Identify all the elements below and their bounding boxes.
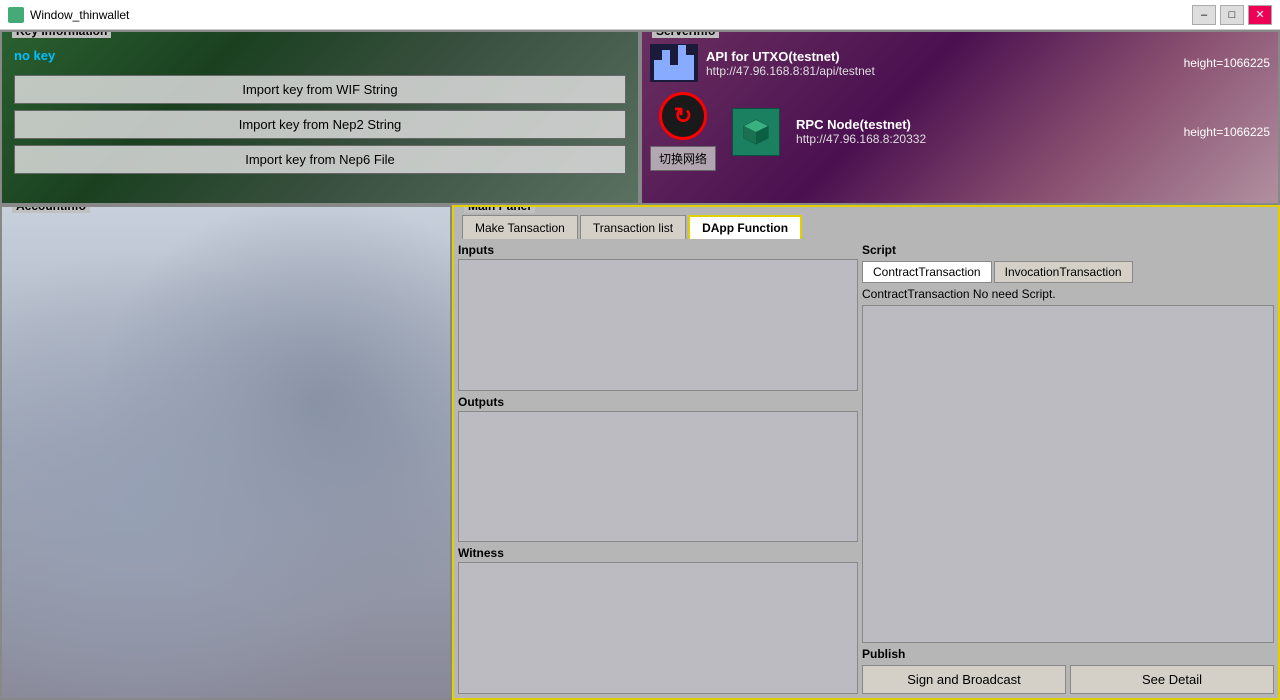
no-key-label: no key <box>14 48 626 63</box>
top-section: Key Information no key Import key from W… <box>0 30 1280 205</box>
main-panel-title: Main Panel <box>464 205 535 213</box>
chart-icon <box>650 44 698 82</box>
outputs-area <box>458 411 858 543</box>
window-controls: – □ ✕ <box>1192 5 1272 25</box>
switch-network-button[interactable]: 切换网络 <box>650 146 716 171</box>
see-detail-button[interactable]: See Detail <box>1070 665 1274 694</box>
tab-make-transaction[interactable]: Make Tansaction <box>462 215 578 239</box>
inputs-area <box>458 259 858 391</box>
api-row: API for UTXO(testnet) http://47.96.168.8… <box>650 44 1270 82</box>
main-panel: Main Panel Make Tansaction Transaction l… <box>452 205 1280 700</box>
app-icon <box>8 7 24 23</box>
witness-area <box>458 562 858 694</box>
key-info-title: Key Information <box>12 30 111 38</box>
cube-icon <box>740 116 772 148</box>
script-label: Script <box>862 243 1274 257</box>
refresh-icon: ↻ <box>659 92 707 140</box>
chart-bar-1 <box>654 60 662 80</box>
chart-bar-2 <box>662 50 670 80</box>
rpc-label: RPC Node(testnet) <box>796 117 1176 132</box>
tab-dapp-function[interactable]: DApp Function <box>688 215 802 239</box>
script-info: ContractTransaction No need Script. <box>862 287 1274 301</box>
title-bar: Window_thinwallet – □ ✕ <box>0 0 1280 30</box>
outputs-panel: Outputs <box>458 395 858 543</box>
chart-bar-3 <box>670 65 678 80</box>
server-rows: API for UTXO(testnet) http://47.96.168.8… <box>642 32 1278 175</box>
key-info-panel: Key Information no key Import key from W… <box>0 30 640 205</box>
chart-bar-5 <box>686 55 694 80</box>
script-area <box>862 305 1274 643</box>
api-url: http://47.96.168.8:81/api/testnet <box>706 64 1176 78</box>
import-nep2-button[interactable]: Import key from Nep2 String <box>14 110 626 139</box>
main-panel-content: Inputs Outputs Witness Script <box>454 239 1278 698</box>
publish-section: Publish Sign and Broadcast See Detail <box>862 647 1274 694</box>
bottom-section: AccountInfo Refresh RefreshHeight: Confi… <box>0 205 1280 700</box>
publish-buttons: Sign and Broadcast See Detail <box>862 665 1274 694</box>
rpc-icon <box>732 108 780 156</box>
server-info-title: ServerInfo <box>652 30 719 38</box>
left-column: Inputs Outputs Witness <box>458 243 858 694</box>
import-nep6-button[interactable]: Import key from Nep6 File <box>14 145 626 174</box>
witness-panel: Witness <box>458 546 858 694</box>
inputs-label: Inputs <box>458 243 858 257</box>
rpc-row: ↻ 切换网络 RPC Node(testnet) <box>650 92 1270 171</box>
server-info-panel: ServerInfo API for UTXO(testnet) http://… <box>640 30 1280 205</box>
close-button[interactable]: ✕ <box>1248 5 1272 25</box>
account-info-title: AccountInfo <box>12 205 90 213</box>
api-height: height=1066225 <box>1184 56 1270 70</box>
main-layout: Key Information no key Import key from W… <box>0 30 1280 700</box>
chart-bar-4 <box>678 45 686 80</box>
right-column: Script ContractTransaction InvocationTra… <box>862 243 1274 694</box>
key-info-content: no key Import key from WIF String Import… <box>2 48 638 178</box>
tabs-bar: Make Tansaction Transaction list DApp Fu… <box>454 207 1278 239</box>
anime-bg-account <box>2 207 450 698</box>
script-section: Script ContractTransaction InvocationTra… <box>862 243 1274 643</box>
contract-transaction-btn[interactable]: ContractTransaction <box>862 261 992 283</box>
script-buttons: ContractTransaction InvocationTransactio… <box>862 261 1274 283</box>
publish-label: Publish <box>862 647 1274 661</box>
import-wif-button[interactable]: Import key from WIF String <box>14 75 626 104</box>
witness-label: Witness <box>458 546 858 560</box>
key-buttons: Import key from WIF String Import key fr… <box>2 71 638 178</box>
maximize-button[interactable]: □ <box>1220 5 1244 25</box>
invocation-transaction-btn[interactable]: InvocationTransaction <box>994 261 1133 283</box>
tab-transaction-list[interactable]: Transaction list <box>580 215 686 239</box>
window-title: Window_thinwallet <box>30 8 1192 22</box>
rpc-info: RPC Node(testnet) http://47.96.168.8:203… <box>796 117 1176 146</box>
sign-broadcast-button[interactable]: Sign and Broadcast <box>862 665 1066 694</box>
inputs-panel: Inputs <box>458 243 858 391</box>
rpc-url: http://47.96.168.8:20332 <box>796 132 1176 146</box>
api-info: API for UTXO(testnet) http://47.96.168.8… <box>706 49 1176 78</box>
rpc-height: height=1066225 <box>1184 125 1270 139</box>
minimize-button[interactable]: – <box>1192 5 1216 25</box>
outputs-label: Outputs <box>458 395 858 409</box>
account-info-panel: AccountInfo Refresh RefreshHeight: Confi… <box>0 205 452 700</box>
api-label: API for UTXO(testnet) <box>706 49 1176 64</box>
account-bg: Refresh RefreshHeight: Config NEP5 <box>2 207 450 698</box>
